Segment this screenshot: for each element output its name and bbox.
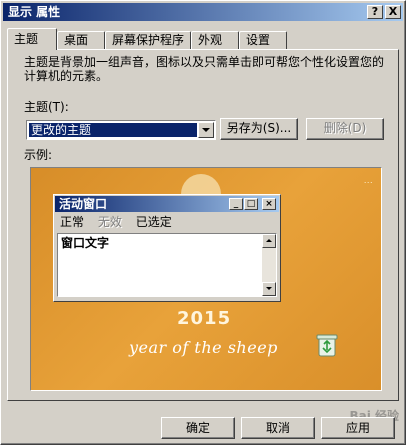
theme-preview: ... 活动窗口 _ □ × 正常 无效 已选定 窗口文字 2015 year …: [30, 167, 382, 391]
save-as-button[interactable]: 另存为(S)...: [220, 118, 298, 140]
tab-appearance[interactable]: 外观: [191, 31, 239, 49]
window-title: 显示 属性: [8, 5, 61, 19]
sample-scrollbar: [262, 234, 276, 296]
delete-button[interactable]: 删除(D): [306, 118, 384, 140]
title-bar[interactable]: 显示 属性 ? X: [3, 3, 403, 21]
themes-panel: 主题是背景加一组声音，图标以及只需单击即可帮您个性化设置您的计算机的元素。 主题…: [7, 49, 399, 401]
theme-select[interactable]: 更改的主题: [26, 120, 216, 140]
sample-label: 示例:: [24, 148, 53, 162]
menu-disabled: 无效: [97, 215, 122, 229]
sample-window-content: 窗口文字: [57, 233, 277, 297]
window-text: 窗口文字: [61, 236, 110, 250]
sample-active-window: 活动窗口 _ □ × 正常 无效 已选定 窗口文字: [53, 194, 281, 302]
help-button[interactable]: ?: [367, 5, 383, 19]
theme-label: 主题(T):: [24, 100, 69, 114]
display-properties-dialog: 显示 属性 ? X 主题 桌面 屏幕保护程序 外观 设置 主题是背景加一组声音，…: [0, 0, 406, 445]
minimize-icon: _: [229, 198, 243, 210]
chevron-down-icon[interactable]: [198, 122, 214, 138]
cancel-button[interactable]: 取消: [241, 417, 315, 439]
themes-description: 主题是背景加一组声音，图标以及只需单击即可帮您个性化设置您的计算机的元素。: [24, 55, 385, 83]
tab-desktop[interactable]: 桌面: [57, 31, 105, 49]
tab-themes[interactable]: 主题: [7, 28, 57, 50]
wallpaper-corner-text: ...: [363, 176, 373, 185]
sample-window-menu: 正常 无效 已选定: [60, 215, 182, 229]
menu-normal: 正常: [60, 215, 85, 229]
menu-selected: 已选定: [135, 215, 172, 229]
apply-button[interactable]: 应用: [321, 417, 395, 439]
scroll-up-icon: [262, 234, 276, 248]
tab-screensaver[interactable]: 屏幕保护程序: [105, 31, 191, 49]
recycle-bin-icon: [316, 334, 338, 357]
tab-settings[interactable]: 设置: [239, 31, 287, 49]
sample-window-titlebar: 活动窗口 _ □ ×: [55, 196, 279, 212]
ok-button[interactable]: 确定: [161, 417, 235, 439]
sample-window-title: 活动窗口: [59, 197, 108, 211]
close-icon: ×: [262, 198, 276, 210]
close-button[interactable]: X: [385, 5, 401, 19]
theme-select-value: 更改的主题: [29, 123, 197, 137]
maximize-icon: □: [244, 198, 258, 210]
wallpaper-sun-shape: [181, 174, 221, 196]
scroll-down-icon: [262, 282, 276, 296]
wallpaper-year-text: year of the sheep: [129, 338, 278, 357]
wallpaper-year-number: 2015: [177, 308, 232, 329]
